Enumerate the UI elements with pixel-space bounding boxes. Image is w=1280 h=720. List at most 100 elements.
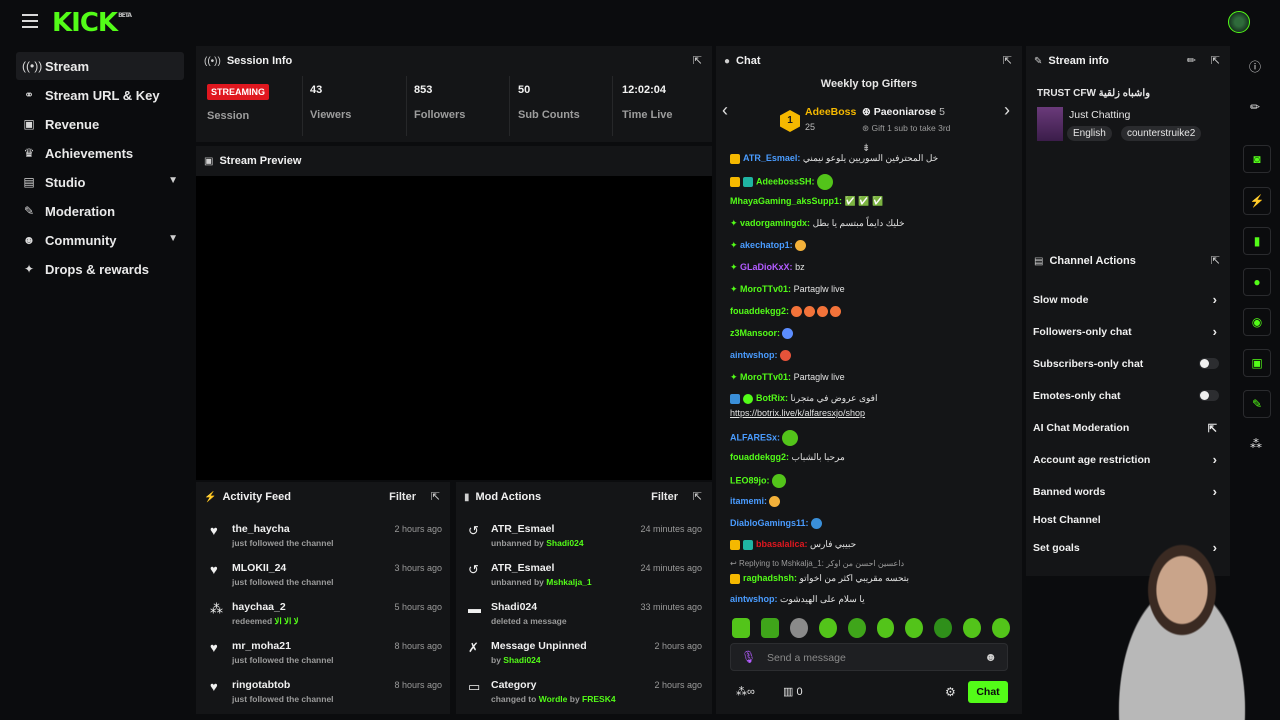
- emote-icon[interactable]: [992, 618, 1011, 638]
- sidebar-item-stream-url-key[interactable]: ⚭ Stream URL & Key: [16, 81, 184, 109]
- list-item[interactable]: ⁂ haychaa_2 redeemed لا الا الا 5 hours ago: [204, 601, 446, 637]
- popout-icon[interactable]: ⇱: [431, 490, 440, 503]
- link-icon: ⚭: [23, 88, 35, 102]
- redeem-line: redeemed لا الا الا: [232, 616, 299, 626]
- sidebar-item-drops-rewards[interactable]: ✦ Drops & rewards: [16, 255, 184, 283]
- popout-icon[interactable]: ⇱: [1211, 54, 1220, 67]
- action-account-age[interactable]: Account age restriction ›: [1033, 452, 1223, 474]
- reply-context[interactable]: ↩ Replying to Mshkalja_1: داعسين احسن من…: [730, 559, 904, 568]
- list-item[interactable]: ↺ ATR_Esmael unbanned by Mshkalja_1 24 minu…: [462, 562, 706, 598]
- stream-preview-video[interactable]: [196, 176, 712, 480]
- emote-icon[interactable]: [876, 618, 895, 638]
- list-item[interactable]: ♥ mr_moha21 just followed the channel 8 hou…: [204, 640, 446, 676]
- bolt-icon[interactable]: ⚡: [1243, 187, 1271, 215]
- chat-message: aintwshop: يا سلام على الهيدشوت: [730, 594, 865, 604]
- filter-button[interactable]: Filter: [651, 491, 678, 503]
- trophy-icon: ♛: [23, 146, 35, 160]
- layout-icon[interactable]: ▣: [1243, 349, 1271, 377]
- chat-points[interactable]: ▥ 0: [783, 685, 803, 698]
- emote-icon[interactable]: [934, 618, 953, 638]
- sidebar-item-community[interactable]: ☻ Community ▼: [16, 226, 184, 254]
- action-emotes-only: Emotes-only chat: [1033, 390, 1223, 410]
- emote-icon[interactable]: [789, 618, 808, 638]
- emote-icon: [816, 174, 833, 190]
- menu-icon[interactable]: [22, 14, 38, 28]
- list-item[interactable]: ♥ MLOKII_24 just followed the channel 3 hou…: [204, 562, 446, 598]
- filter-button[interactable]: Filter: [389, 491, 416, 503]
- list-item[interactable]: ✗ Message Unpinned by Shadi024 2 hours ago: [462, 640, 706, 676]
- info-icon[interactable]: ⓘ: [1249, 58, 1261, 75]
- list-item[interactable]: ▬ Shadi024 deleted a message 33 minutes ago: [462, 601, 706, 637]
- microphone-icon[interactable]: 🎙: [741, 650, 756, 664]
- edit-icon[interactable]: ✏: [1187, 54, 1196, 67]
- wrench-icon[interactable]: ✎: [1243, 390, 1271, 418]
- action-banned-words[interactable]: Banned words ›: [1033, 484, 1223, 506]
- top-gifter-count: 25: [805, 122, 816, 132]
- document-icon[interactable]: ▮: [1243, 227, 1271, 255]
- emoji-icon[interactable]: ☻: [984, 650, 997, 664]
- user-avatar[interactable]: [1228, 11, 1250, 33]
- second-gifter-name[interactable]: ⊛ Paeoniarose 5: [862, 106, 945, 118]
- list-item[interactable]: ▭ Category changed to Wordle by FRESK4 2 ho…: [462, 679, 706, 715]
- popout-icon[interactable]: ⇱: [693, 490, 702, 503]
- top-gifter-name[interactable]: AdeeBoss: [805, 106, 856, 118]
- list-item[interactable]: ♥ the_haycha just followed the channel 2 ho…: [204, 523, 446, 559]
- emote-bar: [730, 618, 1011, 638]
- emote-icon: [791, 306, 803, 318]
- edit-icon[interactable]: ✏: [1250, 100, 1260, 114]
- action-line: unbanned by Shadi024: [491, 538, 584, 548]
- tag-chip[interactable]: English: [1067, 126, 1112, 141]
- popout-icon[interactable]: ⇱: [1003, 54, 1012, 67]
- emotes-only-toggle[interactable]: [1199, 390, 1219, 401]
- list-item[interactable]: ↺ ATR_Esmael unbanned by Shadi024 24 minute…: [462, 523, 706, 559]
- broadcast-icon[interactable]: ◉: [1243, 308, 1271, 336]
- chevron-right-icon[interactable]: ›: [1004, 100, 1010, 121]
- crown-icon: [730, 177, 740, 187]
- heart-icon: ♥: [210, 562, 218, 577]
- sidebar-item-stream[interactable]: ((•)) Stream: [16, 52, 184, 80]
- kick-logo[interactable]: KICKBETA: [52, 8, 132, 38]
- action-slow-mode[interactable]: Slow mode ›: [1033, 292, 1223, 314]
- points-icon[interactable]: ⁂: [1250, 437, 1262, 451]
- sidebar-item-moderation[interactable]: ✎ Moderation: [16, 197, 184, 225]
- chat-bubble-icon[interactable]: ●: [1243, 268, 1271, 296]
- action-ai-moderation[interactable]: AI Chat Moderation ⇱: [1033, 422, 1223, 442]
- chat-message: DiabloGamings11:: [730, 518, 822, 530]
- star-badge-icon: ✦: [730, 262, 741, 272]
- wrench-icon: ✎: [1034, 55, 1043, 67]
- send-chat-button[interactable]: Chat: [968, 681, 1008, 703]
- top-bar: KICKBETA: [0, 0, 1280, 46]
- emote-icon[interactable]: [818, 618, 837, 638]
- category-name[interactable]: Just Chatting: [1069, 109, 1130, 121]
- star-badge-icon: ✦: [730, 218, 741, 228]
- gift-icon: ⊛: [862, 106, 874, 118]
- sidebar-item-achievements[interactable]: ♛ Achievements: [16, 139, 184, 167]
- action-followers-only[interactable]: Followers-only chat ›: [1033, 324, 1223, 346]
- emote-icon[interactable]: [905, 618, 924, 638]
- crown-icon: [730, 153, 740, 164]
- chat-input[interactable]: 🎙 Send a message ☻: [730, 643, 1008, 671]
- tag-chip[interactable]: counterstruike2: [1121, 126, 1202, 141]
- category-thumbnail[interactable]: [1037, 107, 1063, 141]
- sidebar: ((•)) Stream ⚭ Stream URL & Key ▣ Revenue ♛…: [0, 46, 194, 720]
- subscribers-only-toggle[interactable]: [1199, 358, 1219, 369]
- camera-icon[interactable]: ◙: [1243, 145, 1271, 173]
- sidebar-item-studio[interactable]: ▤ Studio ▼: [16, 168, 184, 196]
- chat-link[interactable]: https://botrix.live/k/alfaresxjo/shop: [730, 408, 865, 418]
- emote-icon[interactable]: [963, 618, 982, 638]
- stream-title: TRUST CFW واشباه زلقية: [1037, 88, 1151, 99]
- gift-icon: ✦: [23, 262, 35, 276]
- emote-icon: [769, 496, 781, 508]
- chevron-left-icon[interactable]: ‹: [722, 100, 728, 121]
- sidebar-item-revenue[interactable]: ▣ Revenue: [16, 110, 184, 138]
- emote-icon[interactable]: [847, 618, 866, 638]
- popout-icon[interactable]: ⇱: [693, 54, 702, 67]
- emote-icon[interactable]: [732, 618, 750, 638]
- emote-icon[interactable]: [760, 618, 779, 638]
- points-icon[interactable]: ⁂∞: [736, 685, 755, 698]
- popout-icon[interactable]: ⇱: [1211, 254, 1220, 267]
- list-item[interactable]: ♥ ringotabtob just followed the channel 8 h…: [204, 679, 446, 715]
- stat-viewers: 43 Viewers: [310, 84, 352, 121]
- chat-message: BotRix: افوى عروض في متجرنا: [730, 393, 877, 404]
- gear-icon[interactable]: ⚙: [945, 685, 956, 699]
